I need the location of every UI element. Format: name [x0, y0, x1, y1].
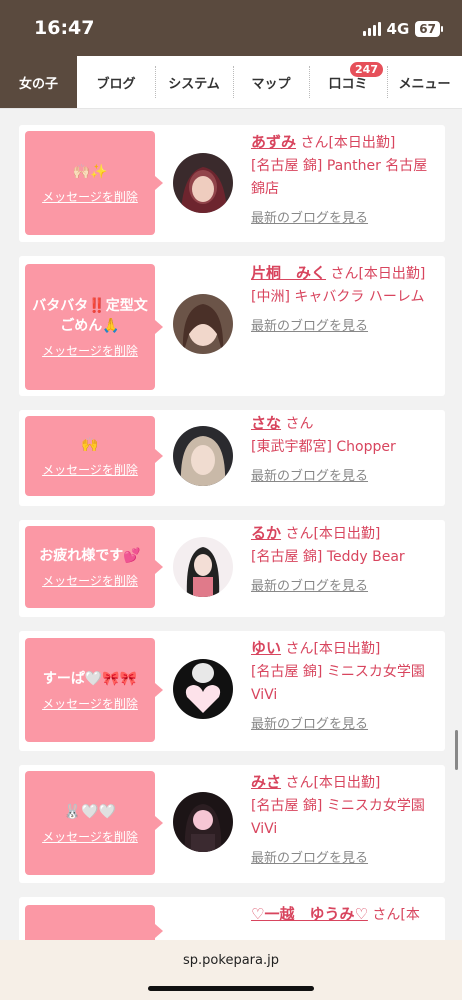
clock: 16:47 — [34, 17, 95, 39]
shop-name: [名古屋 錦] Panther 名古屋錦店 — [251, 158, 428, 197]
status-tag: [本日出勤] — [313, 641, 381, 657]
battery-icon: 67 — [415, 21, 443, 37]
tab-blog[interactable]: ブログ — [77, 56, 155, 108]
delete-message-link[interactable]: メッセージを削除 — [42, 828, 138, 845]
list-item: すーぱ🤍🎀🎀 メッセージを削除 ゆい さん[本日出勤] [名古屋 錦] ミニスカ… — [19, 631, 445, 751]
scroll-indicator[interactable] — [455, 730, 458, 770]
message-text: お疲れ様です💕 — [39, 547, 141, 564]
list-item: お疲れ様です💕 メッセージを削除 るか さん[本日出勤] [名古屋 錦] Ted… — [19, 520, 445, 617]
shop-name: [名古屋 錦] ミニスカ女学園ViVi — [251, 798, 425, 837]
message-text: 🙌🏻✨ — [72, 163, 108, 180]
tab-reviews[interactable]: 口コミ 247 — [309, 56, 387, 108]
message-bubble: お疲れ様です💕 メッセージを削除 — [25, 526, 163, 608]
delete-message-link[interactable]: メッセージを削除 — [42, 695, 138, 712]
girl-name-link[interactable]: ゆい — [251, 639, 281, 657]
tab-map[interactable]: マップ — [233, 56, 309, 108]
girl-name-link[interactable]: みさ — [251, 773, 281, 791]
message-bubble: 🙌 メッセージを削除 — [25, 416, 163, 496]
avatar[interactable] — [173, 792, 233, 852]
status-tag: [本日出勤] — [313, 775, 381, 791]
shop-name: [名古屋 錦] ミニスカ女学園ViVi — [251, 664, 425, 703]
status-tag: [本 — [400, 907, 420, 923]
message-text: 🐰🤍🤍 — [63, 803, 117, 820]
delete-message-link[interactable]: メッセージを削除 — [42, 342, 138, 359]
signal-icon — [362, 22, 381, 36]
latest-blog-link[interactable]: 最新のブログを見る — [251, 465, 441, 488]
girl-name-link[interactable]: さな — [251, 414, 281, 432]
status-tag: [本日出勤] — [328, 135, 396, 151]
latest-blog-link[interactable]: 最新のブログを見る — [251, 315, 441, 338]
shop-name: [中洲] キャバクラ ハーレム — [251, 289, 425, 305]
tab-system[interactable]: システム — [155, 56, 233, 108]
avatar[interactable] — [173, 153, 233, 213]
shop-name: [東武宇都宮] Chopper — [251, 439, 396, 455]
girl-name-link[interactable]: あずみ — [251, 133, 296, 151]
latest-blog-link[interactable]: 最新のブログを見る — [251, 847, 441, 870]
message-text: 🙌 — [81, 436, 99, 453]
avatar[interactable] — [173, 426, 233, 486]
url-text: sp.pokepara.jp — [183, 953, 279, 968]
list-item: バタバタ‼️定型文ごめん🙏 メッセージを削除 片桐 みく さん[本日出勤] [中… — [19, 256, 445, 396]
delete-message-link[interactable]: メッセージを削除 — [42, 461, 138, 478]
list-item: 🙌 メッセージを削除 さな さん [東武宇都宮] Chopper 最新のブログを… — [19, 410, 445, 506]
browser-url-bar[interactable]: sp.pokepara.jp — [0, 940, 462, 1000]
status-tag: [本日出勤] — [358, 266, 426, 282]
delete-message-link[interactable]: メッセージを削除 — [42, 572, 138, 589]
latest-blog-link[interactable]: 最新のブログを見る — [251, 713, 441, 736]
list-item: 🙌🏻✨ メッセージを削除 あずみ さん[本日出勤] [名古屋 錦] Panthe… — [19, 125, 445, 242]
shop-name: [名古屋 錦] Teddy Bear — [251, 549, 405, 565]
list-item: 🐰🤍🤍 メッセージを削除 みさ さん[本日出勤] [名古屋 錦] ミニスカ女学園… — [19, 765, 445, 883]
status-bar: 16:47 4G 67 — [0, 0, 462, 56]
tab-menu[interactable]: メニュー — [387, 56, 462, 108]
message-bubble: すーぱ🤍🎀🎀 メッセージを削除 — [25, 638, 163, 742]
top-nav: 女の子 ブログ システム マップ 口コミ 247 メニュー — [0, 56, 462, 109]
avatar[interactable] — [173, 659, 233, 719]
avatar[interactable] — [173, 537, 233, 597]
message-bubble: 🐰🤍🤍 メッセージを削除 — [25, 771, 163, 875]
home-indicator[interactable] — [148, 986, 314, 991]
girl-name-link[interactable]: 片桐 みく — [251, 264, 326, 282]
network-label: 4G — [386, 20, 410, 38]
girl-name-link[interactable]: ♡一越 ゆうみ♡ — [251, 905, 368, 923]
tab-girls[interactable]: 女の子 — [0, 56, 77, 108]
reviews-count-badge: 247 — [350, 62, 383, 77]
latest-blog-link[interactable]: 最新のブログを見る — [251, 575, 441, 598]
status-tag: [本日出勤] — [313, 526, 381, 542]
message-text: バタバタ‼️定型文ごめん🙏 — [32, 297, 148, 334]
latest-blog-link[interactable]: 最新のブログを見る — [251, 207, 441, 230]
avatar[interactable] — [173, 294, 233, 354]
girl-name-link[interactable]: るか — [251, 524, 281, 542]
message-text: すーぱ🤍🎀🎀 — [42, 670, 138, 687]
message-bubble: 🙌🏻✨ メッセージを削除 — [25, 131, 163, 235]
message-list: 🙌🏻✨ メッセージを削除 あずみ さん[本日出勤] [名古屋 錦] Panthe… — [19, 125, 445, 971]
delete-message-link[interactable]: メッセージを削除 — [42, 188, 138, 205]
message-bubble: バタバタ‼️定型文ごめん🙏 メッセージを削除 — [25, 264, 163, 390]
